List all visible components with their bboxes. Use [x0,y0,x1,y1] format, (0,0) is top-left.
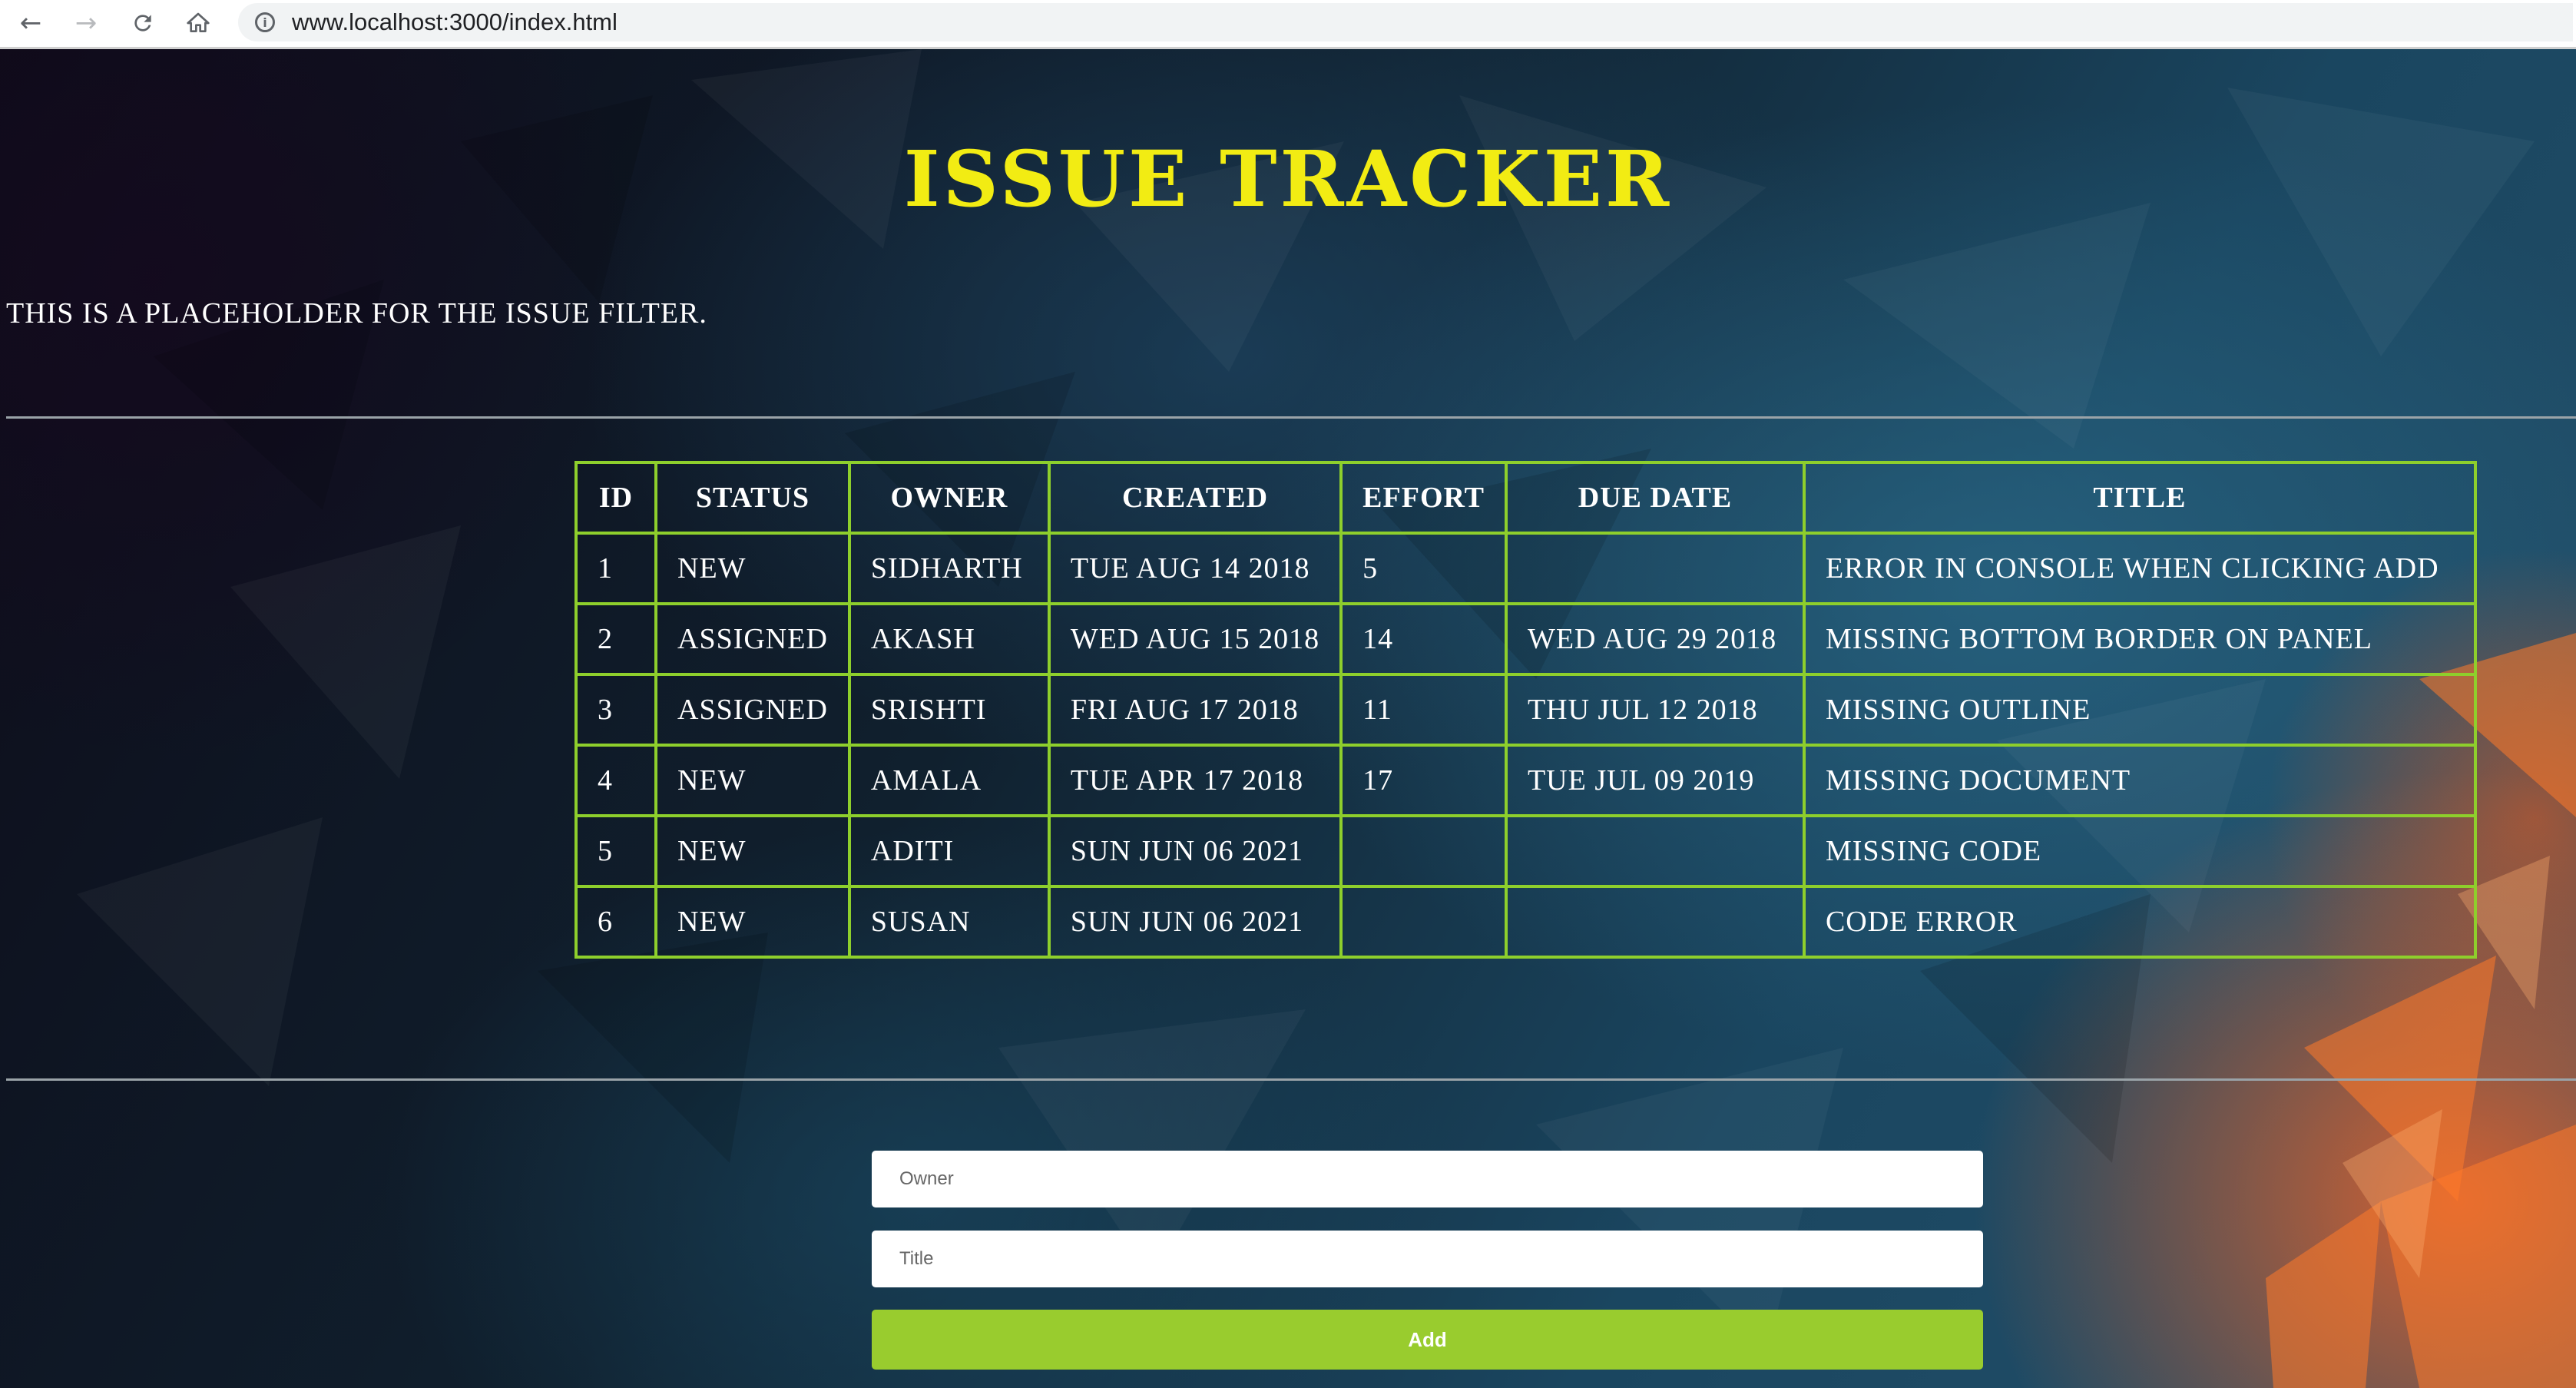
cell-created: SUN JUN 06 2021 [1047,814,1343,888]
cell-due-date [1504,885,1806,959]
cell-status: NEW [654,744,851,817]
home-icon[interactable] [181,6,215,40]
cell-id: 5 [574,814,657,888]
info-icon[interactable]: i [255,12,275,32]
cell-created: FRI AUG 17 2018 [1047,673,1343,747]
header-row: ID STATUS OWNER CREATED EFFORT DUE DATE … [574,461,2477,535]
table-row: 5 NEW ADITI SUN JUN 06 2021 MISSING CODE [574,814,2477,888]
cell-status: NEW [654,814,851,888]
home-glyph [187,12,210,32]
cell-owner: SRISHTI [847,673,1051,747]
divider-top [6,416,2576,419]
cell-id: 6 [574,885,657,959]
table-row: 1 NEW SIDHARTH TUE AUG 14 2018 5 ERROR I… [574,532,2477,605]
cell-effort [1339,885,1508,959]
arrow-left-icon[interactable]: ← [14,6,48,40]
cell-title: MISSING DOCUMENT [1802,744,2477,817]
column-header-owner: OWNER [847,461,1051,535]
url-text[interactable]: www.localhost:3000/index.html [292,8,618,36]
table-row: 4 NEW AMALA TUE APR 17 2018 17 TUE JUL 0… [574,744,2477,817]
arrow-right-icon[interactable]: → [69,6,103,40]
column-header-effort: EFFORT [1339,461,1508,535]
cell-id: 3 [574,673,657,747]
cell-effort: 17 [1339,744,1508,817]
issue-table: ID STATUS OWNER CREATED EFFORT DUE DATE … [574,461,2477,959]
browser-toolbar: ← → i www.localhost:3000/index.html [0,0,2576,49]
cell-due-date [1504,532,1806,605]
column-header-created: CREATED [1047,461,1343,535]
cell-owner: AMALA [847,744,1051,817]
cell-status: NEW [654,885,851,959]
cell-status: ASSIGNED [654,673,851,747]
cell-owner: SUSAN [847,885,1051,959]
cell-title: MISSING BOTTOM BORDER ON PANEL [1802,602,2477,676]
table-row: 2 ASSIGNED AKASH WED AUG 15 2018 14 WED … [574,602,2477,676]
divider-bottom [6,1078,2576,1081]
cell-due-date: TUE JUL 09 2019 [1504,744,1806,817]
cell-title: MISSING CODE [1802,814,2477,888]
cell-due-date: WED AUG 29 2018 [1504,602,1806,676]
column-header-status: STATUS [654,461,851,535]
add-button[interactable]: Add [872,1310,1983,1370]
reload-icon[interactable] [126,6,160,40]
column-header-due-date: DUE DATE [1504,461,1806,535]
cell-created: TUE APR 17 2018 [1047,744,1343,817]
issue-table-header: ID STATUS OWNER CREATED EFFORT DUE DATE … [574,461,2477,535]
cell-effort: 11 [1339,673,1508,747]
reload-glyph [134,15,151,31]
table-row: 3 ASSIGNED SRISHTI FRI AUG 17 2018 11 TH… [574,673,2477,747]
owner-input[interactable] [872,1151,1983,1207]
issue-table-body: 1 NEW SIDHARTH TUE AUG 14 2018 5 ERROR I… [574,532,2477,959]
cell-due-date [1504,814,1806,888]
issue-filter-placeholder: This is a placeholder for the issue filt… [6,297,707,330]
cell-created: WED AUG 15 2018 [1047,602,1343,676]
cell-due-date: THU JUL 12 2018 [1504,673,1806,747]
cell-owner: SIDHARTH [847,532,1051,605]
cell-id: 4 [574,744,657,817]
cell-created: TUE AUG 14 2018 [1047,532,1343,605]
cell-effort [1339,814,1508,888]
cell-id: 2 [574,602,657,676]
cell-effort: 5 [1339,532,1508,605]
cell-owner: ADITI [847,814,1051,888]
cell-owner: AKASH [847,602,1051,676]
cell-created: SUN JUN 06 2021 [1047,885,1343,959]
address-bar[interactable]: i www.localhost:3000/index.html [238,3,2573,41]
cell-status: NEW [654,532,851,605]
cell-status: ASSIGNED [654,602,851,676]
page-title: ISSUE TRACKER [903,134,1673,224]
cell-id: 1 [574,532,657,605]
title-input[interactable] [872,1231,1983,1287]
cell-title: CODE ERROR [1802,885,2477,959]
table-row: 6 NEW SUSAN SUN JUN 06 2021 CODE ERROR [574,885,2477,959]
column-header-id: ID [574,461,657,535]
page-background: ISSUE TRACKER This is a placeholder for … [0,49,2576,1388]
cell-title: ERROR IN CONSOLE WHEN CLICKING ADD [1802,532,2477,605]
column-header-title: TITLE [1802,461,2477,535]
cell-effort: 14 [1339,602,1508,676]
cell-title: MISSING OUTLINE [1802,673,2477,747]
